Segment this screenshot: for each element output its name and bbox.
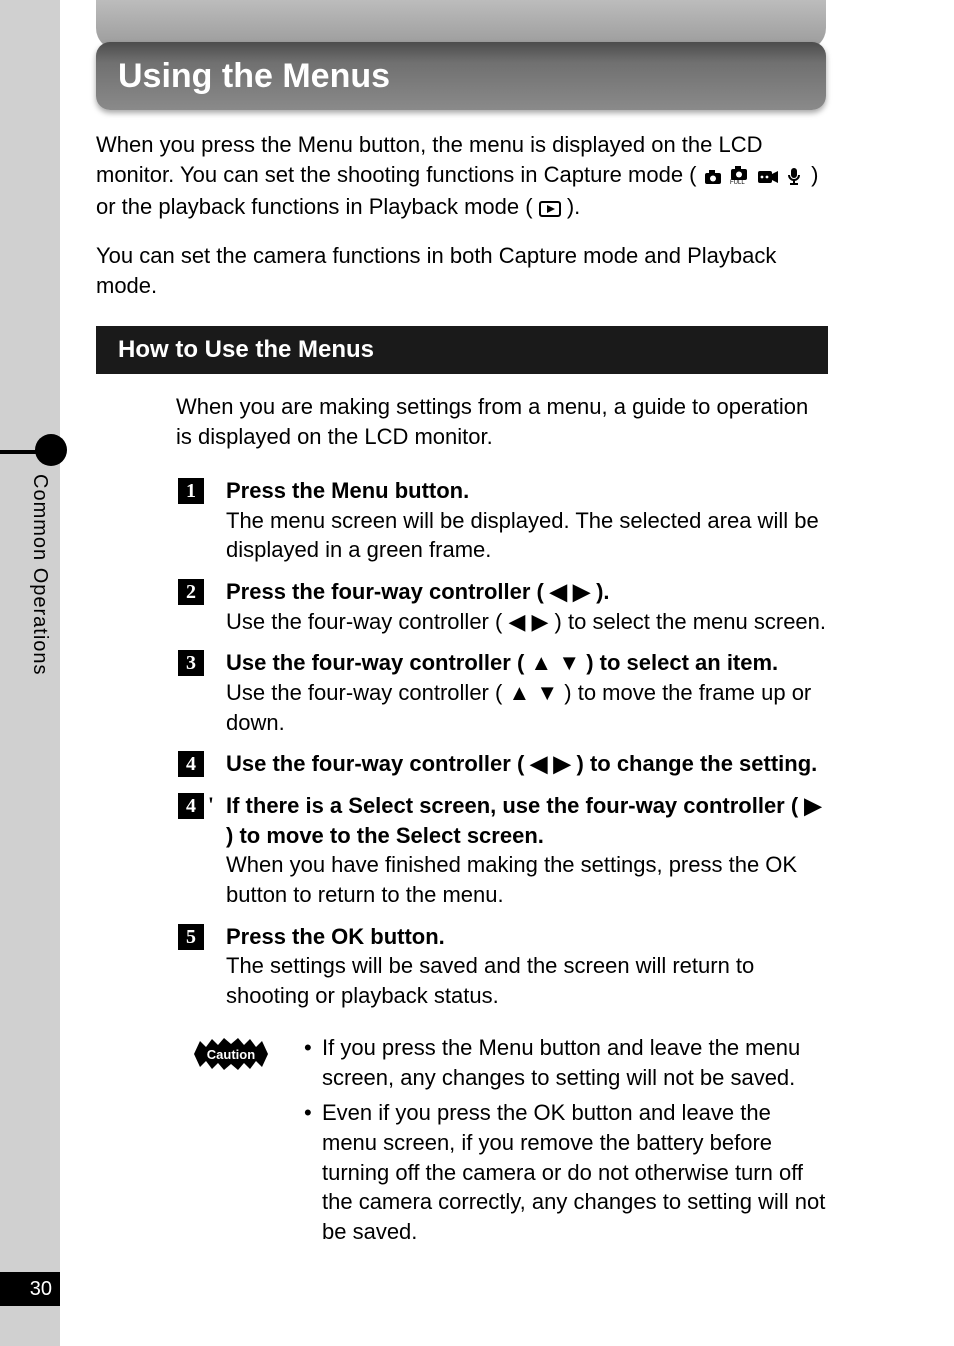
caution-item-1: If you press the Menu button and leave t… xyxy=(304,1033,828,1092)
intro-paragraph-2: You can set the camera functions in both… xyxy=(96,241,828,300)
step-1-body: The menu screen will be displayed. The s… xyxy=(226,506,828,565)
step-3: 3 Use the four-way controller ( ▲ ▼ ) to… xyxy=(226,648,828,737)
steps-list: 1 Press the Menu button. The menu screen… xyxy=(96,476,828,1011)
caution-section: Caution If you press the Menu button and… xyxy=(196,1033,828,1247)
down-arrow-icon: ▼ xyxy=(536,678,558,708)
step-4p-title-b: ) to move to the Select screen. xyxy=(226,823,544,848)
step-2-title: Press the four-way controller ( ◀ ▶ ). xyxy=(226,577,828,607)
step-4p-body: When you have finished making the settin… xyxy=(226,850,828,909)
svg-text:Caution: Caution xyxy=(207,1047,255,1062)
right-arrow-icon: ▶ xyxy=(553,749,570,779)
left-arrow-icon: ◀ xyxy=(530,749,547,779)
play-icon xyxy=(539,195,561,225)
step-4-title-a: Use the four-way controller ( xyxy=(226,751,524,776)
camera-full-icon: FULL xyxy=(729,163,751,193)
section-heading: How to Use the Menus xyxy=(118,336,374,363)
caution-badge-icon: Caution xyxy=(192,1035,270,1073)
intro-paragraph-1: When you press the Menu button, the menu… xyxy=(96,130,828,225)
left-arrow-icon: ◀ xyxy=(550,577,567,607)
up-arrow-icon: ▲ xyxy=(508,678,530,708)
step-4p-title: If there is a Select screen, use the fou… xyxy=(226,791,828,850)
step-3-title-b: ) to select an item. xyxy=(586,650,778,675)
intro-1a: When you press the Menu button, the menu… xyxy=(96,132,763,187)
step-number: 1 xyxy=(178,478,204,504)
step-5-body: The settings will be saved and the scree… xyxy=(226,951,828,1010)
step-3-body: Use the four-way controller ( ▲ ▼ ) to m… xyxy=(226,678,828,737)
step-4p-title-a: If there is a Select screen, use the fou… xyxy=(226,793,798,818)
movie-icon xyxy=(757,163,779,193)
section-intro: When you are making settings from a menu… xyxy=(176,392,828,451)
step-4-title: Use the four-way controller ( ◀ ▶ ) to c… xyxy=(226,749,828,779)
step-3-title: Use the four-way controller ( ▲ ▼ ) to s… xyxy=(226,648,828,678)
right-arrow-icon: ▶ xyxy=(573,577,590,607)
right-arrow-icon: ▶ xyxy=(804,791,821,821)
down-arrow-icon: ▼ xyxy=(558,648,580,678)
step-1-title: Press the Menu button. xyxy=(226,476,828,506)
step-number: 3 xyxy=(178,650,204,676)
step-2: 2 Press the four-way controller ( ◀ ▶ ).… xyxy=(226,577,828,636)
voice-icon xyxy=(785,163,805,193)
step-5-title: Press the OK button. xyxy=(226,922,828,952)
side-tab-circle xyxy=(35,434,67,466)
right-arrow-icon: ▶ xyxy=(532,607,549,637)
page-title: Using the Menus xyxy=(118,57,390,96)
svg-text:FULL: FULL xyxy=(730,180,745,186)
step-number: 5 xyxy=(178,924,204,950)
prime-mark-icon: ' xyxy=(208,792,214,818)
step-2-body-a: Use the four-way controller ( xyxy=(226,609,502,634)
left-arrow-icon: ◀ xyxy=(508,607,525,637)
up-arrow-icon: ▲ xyxy=(530,648,552,678)
step-number: 4 xyxy=(178,751,204,777)
step-3-body-a: Use the four-way controller ( xyxy=(226,680,502,705)
step-4-prime: 4 ' If there is a Select screen, use the… xyxy=(226,791,828,910)
step-2-body: Use the four-way controller ( ◀ ▶ ) to s… xyxy=(226,607,828,637)
step-1: 1 Press the Menu button. The menu screen… xyxy=(226,476,828,565)
camera-icon xyxy=(703,163,723,193)
step-2-body-b: ) to select the menu screen. xyxy=(555,609,826,634)
side-tab: Common Operations xyxy=(0,436,60,696)
caution-item-2: Even if you press the OK button and leav… xyxy=(304,1098,828,1246)
step-2-title-b: ). xyxy=(596,579,609,604)
intro-1c: ). xyxy=(567,194,580,219)
page-content: When you press the Menu button, the menu… xyxy=(96,130,828,1253)
page-title-band: Using the Menus xyxy=(96,42,826,110)
step-number: 2 xyxy=(178,579,204,605)
side-chapter-label: Common Operations xyxy=(28,474,51,676)
step-2-title-a: Press the four-way controller ( xyxy=(226,579,544,604)
caution-list: If you press the Menu button and leave t… xyxy=(304,1033,828,1247)
step-4: 4 Use the four-way controller ( ◀ ▶ ) to… xyxy=(226,749,828,779)
page-number: 30 xyxy=(0,1272,60,1306)
section-heading-bar: How to Use the Menus xyxy=(96,326,828,374)
step-5: 5 Press the OK button. The settings will… xyxy=(226,922,828,1011)
step-4p-num: 4 xyxy=(186,795,196,817)
step-number: 4 ' xyxy=(178,793,204,819)
step-3-title-a: Use the four-way controller ( xyxy=(226,650,524,675)
step-4-title-b: ) to change the setting. xyxy=(577,751,818,776)
